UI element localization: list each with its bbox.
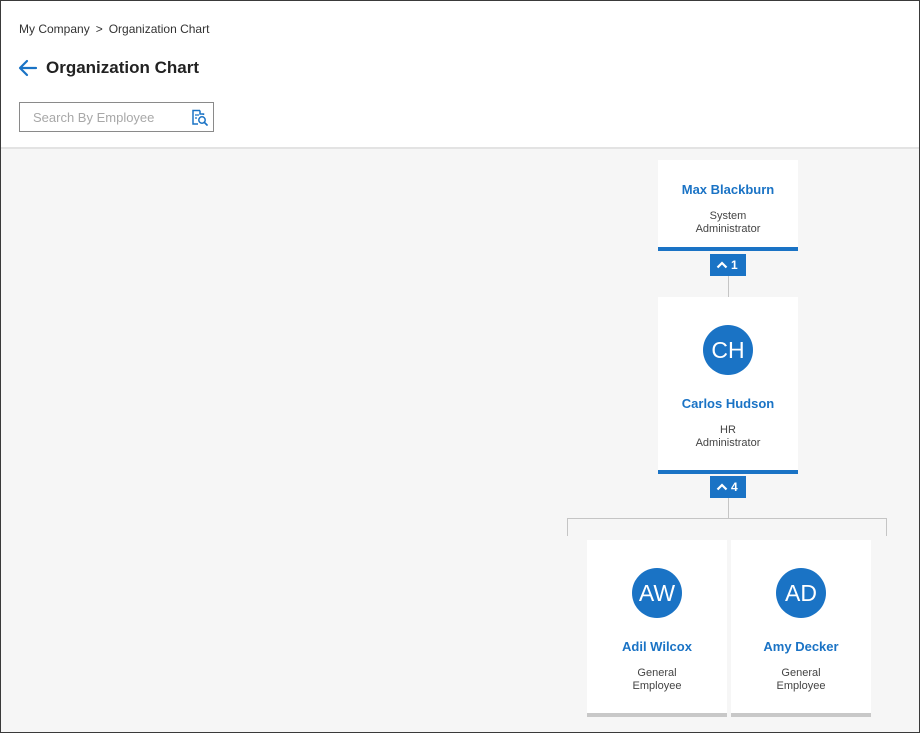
search-input[interactable] <box>20 103 180 131</box>
employee-role: System Administrator <box>658 210 798 236</box>
employee-role: General Employee <box>731 667 871 693</box>
role-line: HR <box>720 424 736 436</box>
avatar[interactable]: AD <box>776 568 826 618</box>
role-line: Employee <box>776 680 826 692</box>
role-line: Employee <box>632 680 682 692</box>
chevron-up-icon <box>716 261 728 269</box>
connector-line <box>567 518 887 519</box>
collapse-toggle-button[interactable]: 4 <box>710 476 746 498</box>
collapse-toggle-button[interactable]: 1 <box>710 254 746 276</box>
employee-name[interactable]: Carlos Hudson <box>658 396 798 411</box>
breadcrumb-root[interactable]: My Company <box>19 22 90 36</box>
employee-role: General Employee <box>587 667 727 693</box>
role-line: General <box>781 667 821 679</box>
employee-name[interactable]: Amy Decker <box>731 639 871 654</box>
connector-line <box>728 276 729 297</box>
breadcrumb-current: Organization Chart <box>108 22 210 36</box>
page-title: Organization Chart <box>46 58 200 77</box>
breadcrumb: My Company > Organization Chart <box>19 22 209 36</box>
breadcrumb-separator: > <box>95 22 103 36</box>
employee-name[interactable]: Adil Wilcox <box>587 639 727 654</box>
org-node-card[interactable]: Max Blackburn System Administrator <box>658 160 798 251</box>
connector-line <box>567 518 568 536</box>
connector-line <box>728 498 729 519</box>
children-count: 4 <box>731 480 738 494</box>
role-line: Administrator <box>695 437 761 449</box>
page-header: My Company > Organization Chart Organizati… <box>1 1 919 148</box>
chevron-up-icon <box>716 483 728 491</box>
org-node-card[interactable]: CH Carlos Hudson HR Administrator <box>658 297 798 474</box>
org-node-card[interactable]: AD Amy Decker General Employee <box>731 540 871 717</box>
avatar[interactable]: CH <box>703 325 753 375</box>
children-count: 1 <box>731 258 738 272</box>
role-line: System <box>709 210 747 222</box>
role-line: General <box>637 667 677 679</box>
arrow-left-icon[interactable] <box>18 59 38 77</box>
avatar[interactable]: AW <box>632 568 682 618</box>
role-line: Administrator <box>695 223 761 235</box>
org-chart-canvas[interactable]: Max Blackburn System Administrator 1 CH … <box>1 149 919 732</box>
employee-name[interactable]: Max Blackburn <box>658 182 798 197</box>
org-node-card[interactable]: AW Adil Wilcox General Employee <box>587 540 727 717</box>
employee-role: HR Administrator <box>658 424 798 450</box>
connector-line <box>886 518 887 536</box>
search-field[interactable] <box>19 102 214 132</box>
search-document-icon[interactable] <box>191 109 208 126</box>
